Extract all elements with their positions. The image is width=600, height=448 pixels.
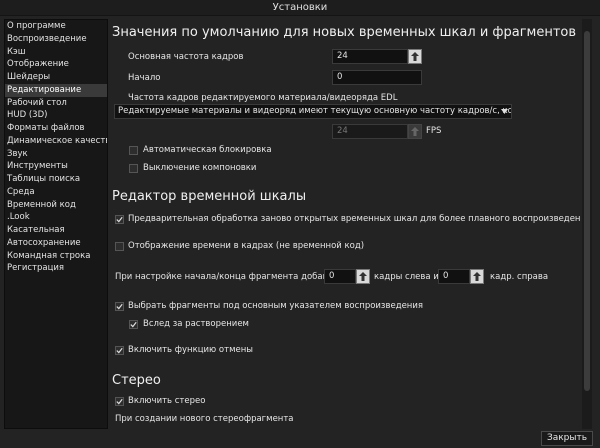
frame-rate-label: Основная частота кадров xyxy=(128,52,244,62)
stereo-heading: Стерео xyxy=(112,373,161,388)
autolock-checkbox[interactable] xyxy=(129,146,138,155)
sidebar-item[interactable]: Командная строка xyxy=(5,250,107,263)
show-frames-checkbox[interactable] xyxy=(115,242,124,251)
start-input[interactable]: 0 xyxy=(332,70,422,85)
show-frames-label: Отображение времени в кадрах (не временн… xyxy=(128,241,365,251)
compose-off-checkbox[interactable] xyxy=(129,164,138,173)
arrow-up-icon xyxy=(473,272,481,281)
preferences-sidebar: О программе Воспроизведение Кэш Отображение… xyxy=(4,19,108,429)
compose-off-label: Выключение компоновки xyxy=(143,163,257,173)
pad-left-stepper-button[interactable] xyxy=(356,269,370,284)
frame-rate-stepper-button[interactable] xyxy=(408,49,422,64)
sidebar-item[interactable]: Воспроизведение xyxy=(5,33,107,46)
fps-unit-label: FPS xyxy=(426,126,442,136)
fps-stepper-button[interactable] xyxy=(408,124,422,139)
select-under-checkbox[interactable] xyxy=(115,302,124,311)
chevron-down-icon xyxy=(501,109,508,114)
sidebar-item[interactable]: Инструменты xyxy=(5,160,107,173)
fps-input[interactable]: 24 xyxy=(332,124,408,139)
autolock-label: Автоматическая блокировка xyxy=(143,145,272,155)
undo-label: Включить функцию отмены xyxy=(128,345,253,355)
checkmark-icon xyxy=(130,321,137,328)
frame-rate-input[interactable]: 24 xyxy=(332,49,408,64)
edl-frame-rate-value: Редактируемые материалы и видеоряд имеют… xyxy=(118,106,512,116)
sidebar-item[interactable]: Шейдеры xyxy=(5,71,107,84)
sidebar-item[interactable]: Редактирование xyxy=(5,83,107,97)
close-button[interactable]: Закрыть xyxy=(541,431,593,446)
sidebar-item[interactable]: Временной код xyxy=(5,199,107,212)
follow-dissolve-checkbox[interactable] xyxy=(129,320,138,329)
arrow-up-icon xyxy=(411,127,419,136)
defaults-heading: Значения по умолчанию для новых временны… xyxy=(112,25,577,40)
follow-dissolve-label: Вслед за растворением xyxy=(143,319,249,329)
stereo-enable-label: Включить стерео xyxy=(128,396,206,406)
checkmark-icon xyxy=(116,347,123,354)
edl-frame-rate-label: Частота кадров редактируемого материала/… xyxy=(128,93,398,103)
checkmark-icon xyxy=(116,303,123,310)
select-under-label: Выбрать фрагменты под основным указателе… xyxy=(128,301,423,311)
sidebar-item[interactable]: Среда xyxy=(5,186,107,199)
pad-right-stepper-button[interactable] xyxy=(470,269,484,284)
settings-scrollbar[interactable] xyxy=(582,19,592,429)
pad-right-label: кадр. справа xyxy=(490,272,549,282)
arrow-up-icon xyxy=(411,52,419,61)
sidebar-item[interactable]: .Look xyxy=(5,211,107,224)
sidebar-item[interactable]: Отображение xyxy=(5,58,107,71)
sidebar-item[interactable]: Динамическое качество xyxy=(5,135,107,148)
edl-frame-rate-dropdown[interactable]: Редактируемые материалы и видеоряд имеют… xyxy=(114,104,512,119)
timeline-editor-heading: Редактор временной шкалы xyxy=(112,189,307,204)
pad-right-input[interactable]: 0 xyxy=(438,269,470,284)
scrollbar-thumb[interactable] xyxy=(584,31,590,391)
window-title: Установки xyxy=(0,0,600,16)
sidebar-item[interactable]: Автосохранение xyxy=(5,237,107,250)
sidebar-item[interactable]: Кэш xyxy=(5,46,107,59)
sidebar-item[interactable]: HUD (3D) xyxy=(5,109,107,122)
sidebar-item[interactable]: Форматы файлов xyxy=(5,122,107,135)
preprocess-checkbox[interactable] xyxy=(115,215,124,224)
arrow-up-icon xyxy=(359,272,367,281)
preprocess-label: Предварительная обработка заново открыты… xyxy=(128,214,580,224)
pad-left-input[interactable]: 0 xyxy=(324,269,356,284)
sidebar-item[interactable]: Таблицы поиска xyxy=(5,173,107,186)
sidebar-item[interactable]: Касательная xyxy=(5,224,107,237)
stereo-enable-checkbox[interactable] xyxy=(115,397,124,406)
undo-checkbox[interactable] xyxy=(115,346,124,355)
pad-mid-label: кадры слева и xyxy=(374,272,439,282)
sidebar-item[interactable]: О программе xyxy=(5,20,107,33)
sidebar-item[interactable]: Звук xyxy=(5,148,107,161)
pad-label: При настройке начала/конца фрагмента доб… xyxy=(115,272,343,282)
checkmark-icon xyxy=(116,398,123,405)
start-label: Начало xyxy=(128,73,161,83)
editing-settings-panel: Значения по умолчанию для новых временны… xyxy=(108,19,580,429)
checkmark-icon xyxy=(116,216,123,223)
sidebar-item[interactable]: Регистрация xyxy=(5,262,107,275)
sidebar-item[interactable]: Рабочий стол xyxy=(5,97,107,110)
stereo-new-fragment-label: При создании нового стереофрагмента xyxy=(115,414,294,424)
